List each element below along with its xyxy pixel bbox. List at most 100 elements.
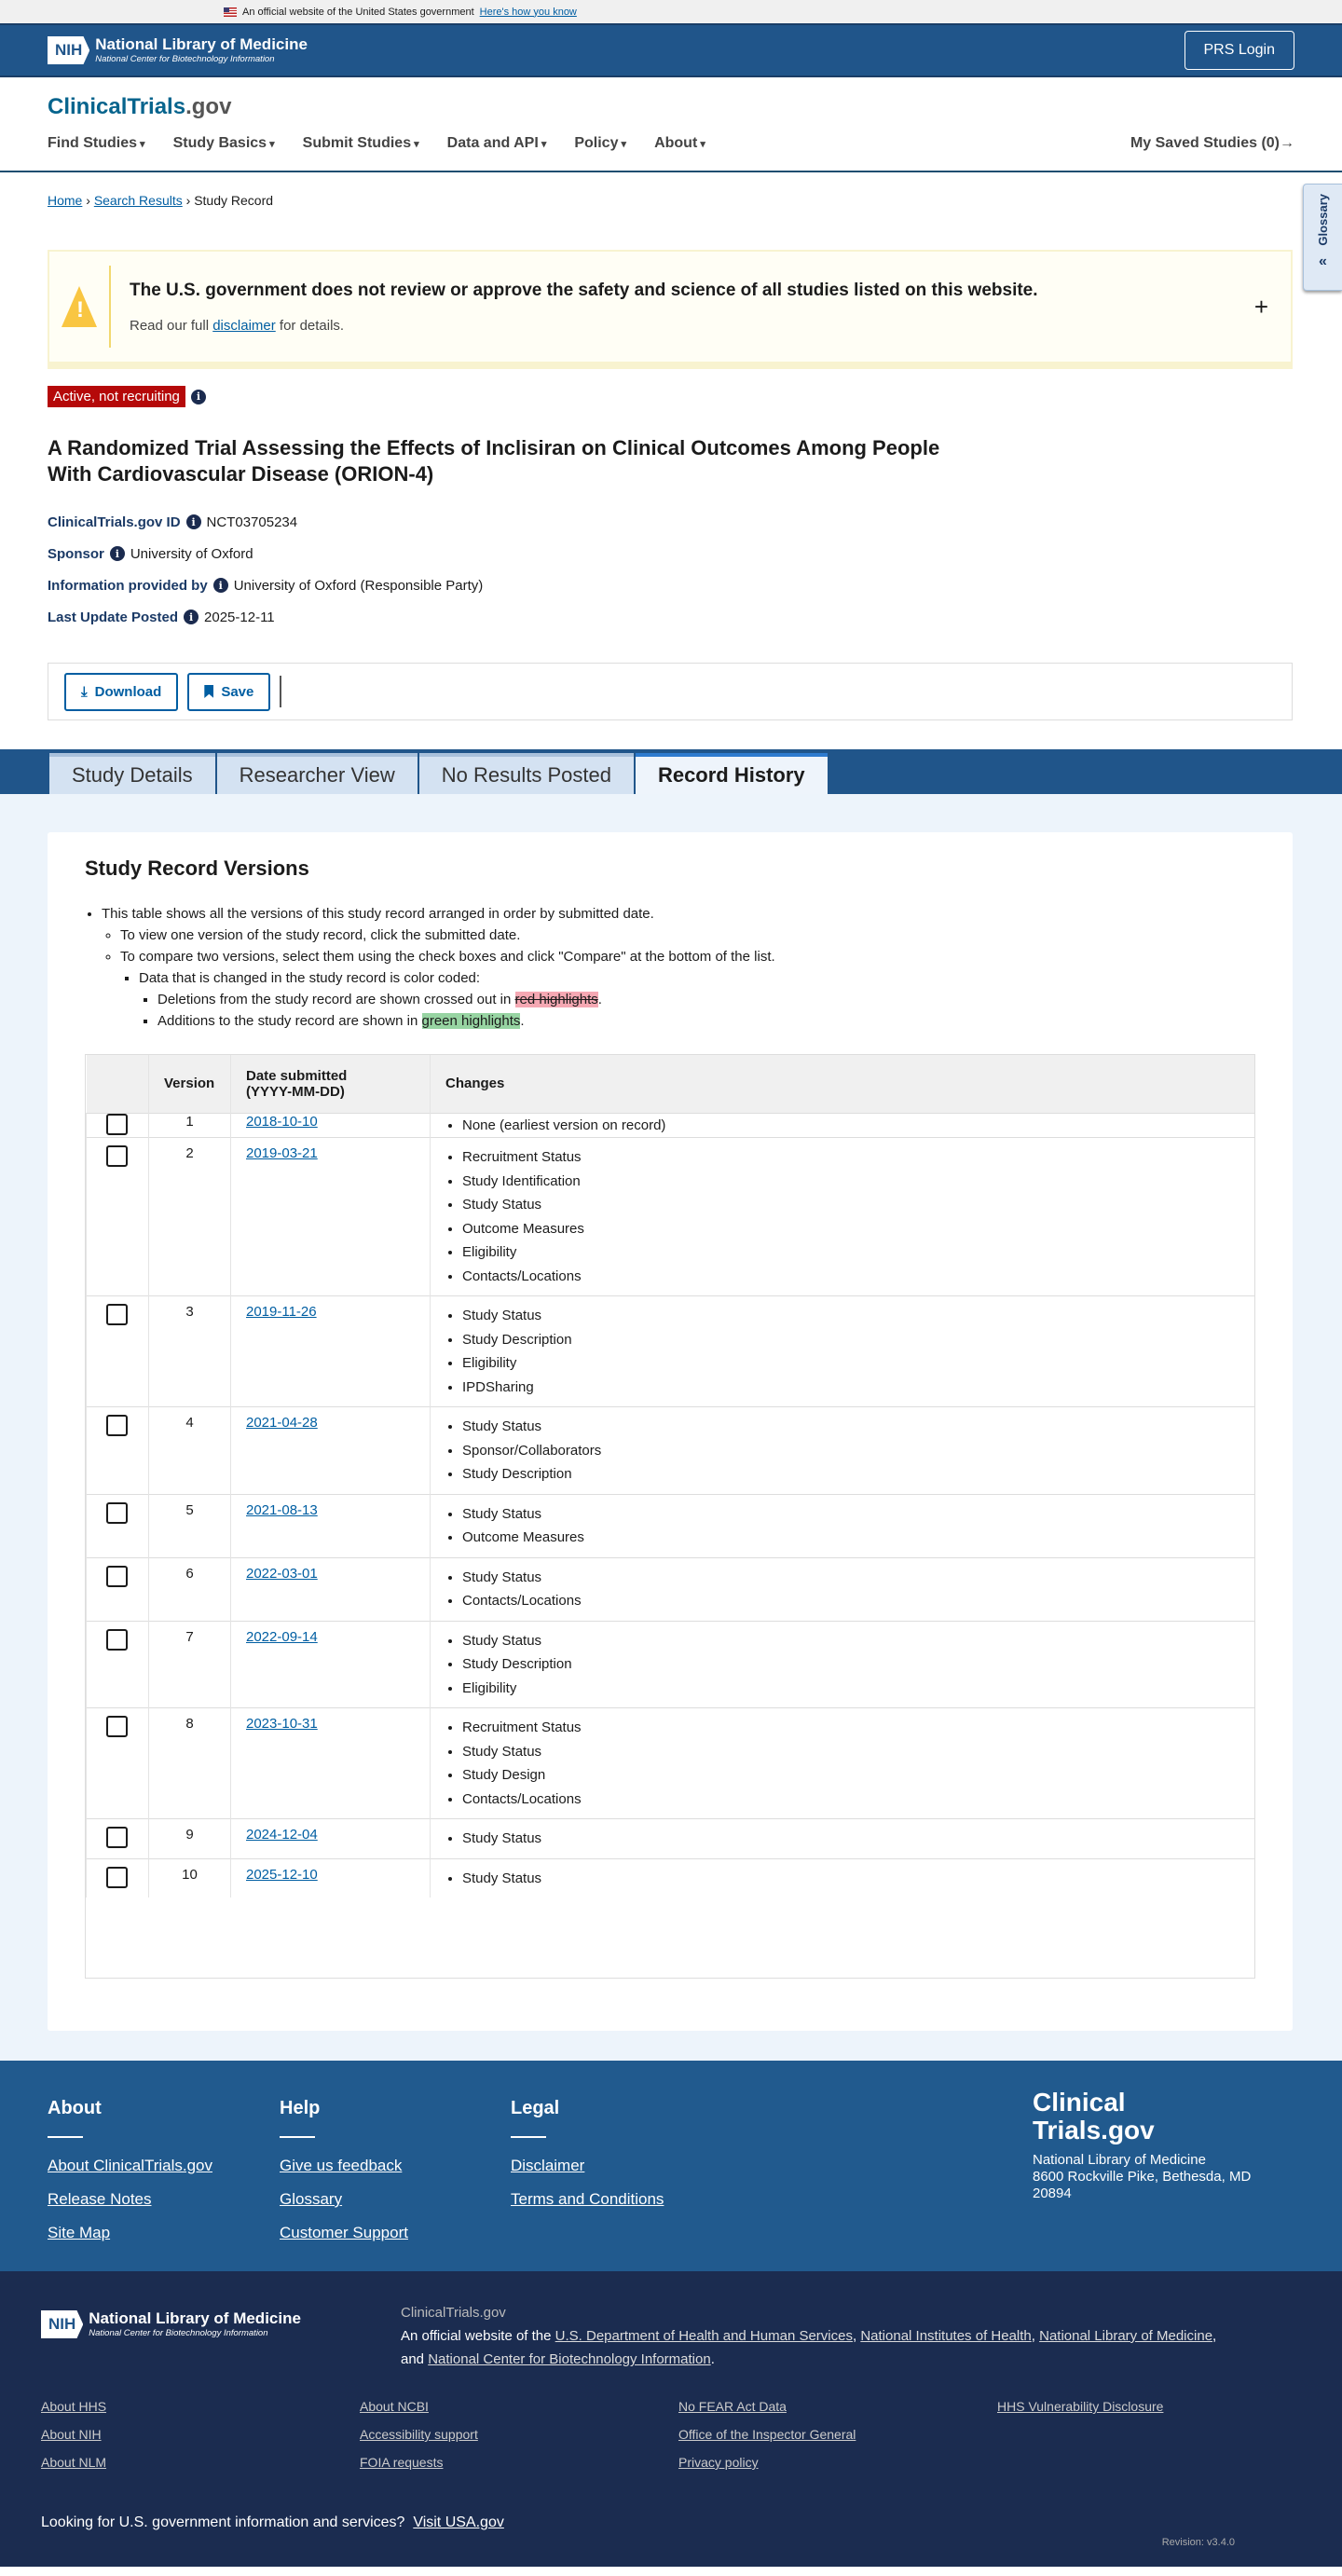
warning-icon: ! [62, 286, 97, 327]
footer-heading: Help [280, 2098, 321, 2118]
breadcrumb-home[interactable]: Home [48, 193, 82, 208]
version-date-link[interactable]: 2019-03-21 [246, 1145, 318, 1161]
nav-policy[interactable]: Policy [574, 135, 626, 152]
change-item: Study Status [462, 1415, 1239, 1439]
instructions: This table shows all the versions of thi… [85, 903, 1255, 1032]
meta-label: Last Update Posted [48, 609, 179, 625]
disclaimer-link[interactable]: disclaimer [212, 318, 276, 334]
footer-link[interactable]: Site Map [48, 2224, 212, 2242]
download-button[interactable]: ⤓ Download [64, 672, 179, 711]
version-checkbox[interactable] [106, 1628, 128, 1651]
us-flag-icon [224, 7, 237, 17]
breadcrumb-search-results[interactable]: Search Results [94, 193, 183, 208]
version-date-link[interactable]: 2023-10-31 [246, 1716, 318, 1732]
nav-find-studies[interactable]: Find Studies [48, 135, 145, 152]
footer-link[interactable]: About ClinicalTrials.gov [48, 2157, 212, 2175]
version-checkbox[interactable] [106, 1113, 128, 1135]
tab-record-history[interactable]: Record History [635, 753, 828, 794]
glossary-tab[interactable]: Glossary « [1303, 184, 1342, 291]
info-icon[interactable]: i [185, 514, 201, 529]
usa-gov-link[interactable]: Visit USA.gov [413, 2514, 504, 2530]
footer-gov-link[interactable]: Privacy policy [678, 2455, 997, 2473]
tab-study-details[interactable]: Study Details [49, 753, 215, 794]
info-icon[interactable]: i [212, 578, 228, 593]
version-date-link[interactable]: 2025-12-10 [246, 1867, 318, 1883]
my-saved-studies-link[interactable]: My Saved Studies (0)→ [1130, 135, 1294, 152]
study-title: A Randomized Trial Assessing the Effects… [48, 436, 940, 486]
change-item: Study Status [462, 1304, 1239, 1328]
version-checkbox[interactable] [106, 1866, 128, 1888]
nlm-logo[interactable]: NIH National Library of Medicine National… [48, 35, 308, 64]
logo-line: Trials.gov [1033, 2116, 1155, 2144]
footer-gov-link[interactable]: No FEAR Act Data [678, 2399, 997, 2418]
save-button[interactable]: Save [187, 672, 271, 711]
tab-no-results-posted[interactable]: No Results Posted [418, 753, 634, 794]
footer-link[interactable]: Glossary [280, 2190, 408, 2209]
tab-researcher-view[interactable]: Researcher View [216, 753, 418, 794]
version-date-link[interactable]: 2021-08-13 [246, 1502, 318, 1518]
download-icon: ⤓ [81, 683, 88, 700]
ncbi-link[interactable]: National Center for Biotechnology Inform… [428, 2351, 711, 2367]
info-icon[interactable]: i [184, 610, 199, 624]
version-checkbox[interactable] [106, 1716, 128, 1737]
footer-link[interactable]: Disclaimer [511, 2157, 664, 2175]
how-you-know-link[interactable]: Here's how you know [480, 7, 577, 18]
nav-data-api[interactable]: Data and API [447, 135, 547, 152]
footer-gov-link[interactable]: Office of the Inspector General [678, 2427, 997, 2446]
prs-login-button[interactable]: PRS Login [1184, 31, 1294, 70]
footer-link[interactable]: Release Notes [48, 2190, 212, 2209]
nav-about[interactable]: About [654, 135, 705, 152]
footer-gov-link[interactable]: About NIH [41, 2427, 360, 2446]
hhs-link[interactable]: U.S. Department of Health and Human Serv… [555, 2328, 853, 2344]
version-date-link[interactable]: 2022-03-01 [246, 1566, 318, 1582]
version-checkbox[interactable] [106, 1415, 128, 1436]
nih-link[interactable]: National Institutes of Health [860, 2328, 1031, 2344]
table-row: 3 2019-11-26 Study StatusStudy Descripti… [86, 1295, 1254, 1407]
change-item: Study Status [462, 1502, 1239, 1527]
footer-gov-link[interactable]: Accessibility support [360, 2427, 678, 2446]
versions-table[interactable]: Version Date submitted (YYYY-MM-DD) Chang… [85, 1054, 1255, 1979]
footer-link[interactable]: Terms and Conditions [511, 2190, 664, 2209]
nlm-link[interactable]: National Library of Medicine [1039, 2328, 1212, 2344]
alert-title: The U.S. government does not review or a… [130, 280, 1038, 300]
version-date-link[interactable]: 2022-09-14 [246, 1629, 318, 1645]
instruction: Additions to the study record are shown … [157, 1010, 1255, 1032]
instruction: To view one version of the study record,… [120, 925, 1255, 946]
change-item: Study Design [462, 1763, 1239, 1788]
version-date-link[interactable]: 2021-04-28 [246, 1415, 318, 1431]
double-chevron-left-icon: « [1319, 253, 1327, 269]
nav-study-basics[interactable]: Study Basics [173, 135, 275, 152]
footer-gov-link[interactable]: FOIA requests [360, 2455, 678, 2473]
change-item: Study Description [462, 1462, 1239, 1487]
version-checkbox[interactable] [106, 1565, 128, 1587]
table-row: 10 2025-12-10 Study Status [86, 1857, 1254, 1898]
change-item: Contacts/Locations [462, 1589, 1239, 1613]
clinicaltrials-logo[interactable]: ClinicalTrials.gov [48, 94, 231, 120]
footer-heading: About [48, 2098, 102, 2118]
footer-link[interactable]: Customer Support [280, 2224, 408, 2242]
version-checkbox[interactable] [106, 1827, 128, 1848]
footer-gov-link[interactable]: HHS Vulnerability Disclosure [997, 2399, 1316, 2418]
table-row: 8 2023-10-31 Recruitment StatusStudy Sta… [86, 1707, 1254, 1819]
nav-submit-studies[interactable]: Submit Studies [303, 135, 419, 152]
footer-heading: Legal [511, 2098, 560, 2118]
version-number: 7 [148, 1620, 231, 1708]
info-icon[interactable]: i [190, 389, 206, 404]
footer-link[interactable]: Give us feedback [280, 2157, 408, 2175]
info-icon[interactable]: i [109, 546, 125, 561]
select-column [86, 1055, 149, 1113]
version-checkbox[interactable] [106, 1501, 128, 1524]
study-tabs: Study Details Researcher View No Results… [0, 749, 1342, 794]
footer-gov-link[interactable]: About NCBI [360, 2399, 678, 2418]
version-checkbox[interactable] [106, 1145, 128, 1167]
version-date-link[interactable]: 2018-10-10 [246, 1114, 318, 1130]
footer-gov-link[interactable]: About HHS [41, 2399, 360, 2418]
breadcrumb-current: Study Record [194, 193, 274, 208]
footer-gov-link[interactable]: About NLM [41, 2455, 360, 2473]
version-checkbox[interactable] [106, 1304, 128, 1325]
version-date-link[interactable]: 2019-11-26 [246, 1304, 317, 1320]
version-date-link[interactable]: 2024-12-04 [246, 1827, 318, 1843]
nlm-footer-logo[interactable]: NIH National Library of Medicine National… [41, 2309, 301, 2338]
expand-plus-icon[interactable]: + [1254, 293, 1268, 322]
